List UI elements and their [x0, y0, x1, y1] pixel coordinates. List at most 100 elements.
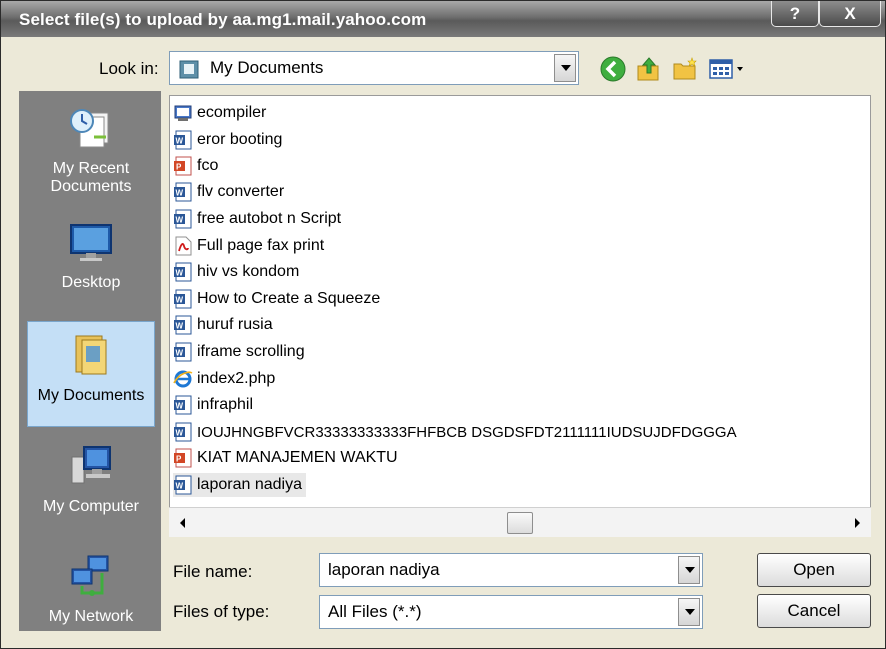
word-document-icon: W: [174, 209, 192, 229]
scroll-left-arrow-icon[interactable]: [177, 517, 189, 529]
list-item[interactable]: W How to Create a Squeeze: [173, 287, 380, 311]
my-documents-folder-icon: [75, 335, 107, 375]
file-type-label: Files of type:: [173, 602, 270, 621]
file-name: flv converter: [197, 183, 285, 200]
file-name: How to Create a Squeeze: [197, 290, 381, 307]
place-my-network[interactable]: My Network: [27, 543, 155, 649]
file-name: fco: [197, 157, 219, 174]
look-in-dropdown-arrow[interactable]: [554, 54, 576, 82]
my-computer-icon: [71, 446, 111, 484]
help-icon: ?: [789, 3, 801, 23]
file-name-dropdown-arrow[interactable]: [678, 556, 700, 584]
place-label: My Recent: [52, 160, 130, 177]
list-item[interactable]: P KIAT MANAJEMEN WAKTU: [173, 446, 398, 470]
look-in-label: Look in:: [99, 59, 159, 78]
file-upload-dialog: Select file(s) to upload by aa.mg1.mail.…: [0, 0, 886, 649]
list-item[interactable]: index2.php: [173, 367, 275, 391]
list-item[interactable]: Full page fax print: [173, 234, 324, 258]
list-item[interactable]: W huruf rusia: [173, 313, 273, 337]
file-type-dropdown-arrow[interactable]: [678, 598, 700, 626]
word-document-icon: W: [174, 182, 192, 202]
place-label: My Documents: [37, 387, 145, 404]
place-my-recent-documents[interactable]: My Recent Documents: [27, 95, 155, 201]
title-bar: Select file(s) to upload by aa.mg1.mail.…: [1, 1, 885, 37]
svg-text:W: W: [176, 137, 184, 146]
up-folder-icon[interactable]: [635, 55, 663, 83]
look-in-value: My Documents: [210, 58, 324, 77]
desktop-icon: [70, 224, 112, 261]
place-desktop[interactable]: Desktop: [27, 209, 155, 315]
file-name: infraphil: [197, 396, 254, 413]
my-network-icon: [71, 555, 109, 596]
file-type-dropdown[interactable]: All Files (*.*): [319, 595, 703, 629]
svg-text:W: W: [176, 269, 184, 278]
word-document-icon: W: [174, 262, 192, 282]
file-name: free autobot n Script: [197, 210, 342, 227]
list-item[interactable]: W infraphil: [173, 393, 253, 417]
scrollbar-thumb[interactable]: [507, 512, 533, 534]
list-item[interactable]: W iframe scrolling: [173, 340, 305, 364]
svg-text:W: W: [176, 189, 184, 198]
svg-text:W: W: [176, 216, 184, 225]
file-name: IOUJHNGBFVCR33333333333FHFBCB DSGDSFDT21…: [197, 423, 737, 441]
file-name: huruf rusia: [197, 316, 273, 333]
program-icon: [174, 105, 192, 121]
file-name: Full page fax print: [197, 237, 325, 254]
file-name: ecompiler: [197, 104, 267, 121]
file-name: index2.php: [197, 370, 276, 387]
open-button[interactable]: Open: [757, 553, 871, 587]
svg-text:P: P: [176, 163, 182, 172]
file-name: laporan nadiya: [197, 476, 302, 493]
svg-text:W: W: [176, 482, 184, 491]
help-button[interactable]: ?: [771, 1, 819, 27]
new-folder-icon[interactable]: [671, 55, 699, 83]
file-name: KIAT MANAJEMEN WAKTU: [197, 449, 398, 466]
list-item[interactable]: W hiv vs kondom: [173, 260, 299, 284]
recent-documents-icon: [70, 109, 109, 148]
cancel-button[interactable]: Cancel: [757, 594, 871, 628]
place-label: My Computer: [42, 498, 140, 515]
word-document-icon: W: [174, 289, 192, 309]
scroll-right-arrow-icon[interactable]: [851, 517, 863, 529]
powerpoint-icon: P: [174, 156, 192, 176]
place-label: Documents: [50, 178, 132, 195]
view-menu-icon[interactable]: [707, 55, 747, 83]
pdf-icon: [175, 236, 192, 256]
list-item[interactable]: W eror booting: [173, 128, 282, 152]
file-name-value: laporan nadiya: [328, 560, 440, 579]
file-type-value: All Files (*.*): [328, 602, 422, 621]
svg-text:W: W: [176, 349, 184, 358]
word-document-icon: W: [174, 475, 192, 495]
look-in-dropdown[interactable]: My Documents: [169, 51, 579, 85]
powerpoint-icon: P: [174, 448, 192, 468]
file-list[interactable]: ecompiler W eror booting P fco W flv con…: [169, 95, 871, 537]
word-document-icon: W: [174, 342, 192, 362]
places-bar: My Recent Documents Desktop My Documents: [19, 91, 161, 631]
close-button[interactable]: X: [819, 1, 881, 27]
word-document-icon: W: [174, 130, 192, 150]
list-item[interactable]: W free autobot n Script: [173, 207, 341, 231]
internet-explorer-icon: [173, 370, 193, 388]
back-icon[interactable]: [599, 55, 627, 83]
file-name: eror booting: [197, 131, 283, 148]
close-icon: X: [844, 3, 856, 23]
window-title: Select file(s) to upload by aa.mg1.mail.…: [19, 10, 427, 29]
svg-text:W: W: [176, 322, 184, 331]
word-document-icon: W: [174, 395, 192, 415]
list-item-selected[interactable]: W laporan nadiya: [173, 473, 306, 497]
word-document-icon: W: [174, 315, 192, 335]
list-item[interactable]: P fco: [173, 154, 218, 178]
svg-text:W: W: [176, 429, 184, 438]
svg-text:P: P: [176, 455, 182, 464]
place-label: Desktop: [61, 274, 121, 291]
list-item[interactable]: W IOUJHNGBFVCR33333333333FHFBCB DSGDSFDT…: [173, 420, 737, 444]
file-name-input[interactable]: laporan nadiya: [319, 553, 703, 587]
list-item[interactable]: ecompiler: [173, 101, 266, 125]
place-my-computer[interactable]: My Computer: [27, 433, 155, 539]
file-name-label: File name:: [173, 562, 253, 581]
place-my-documents[interactable]: My Documents: [27, 321, 155, 427]
svg-text:W: W: [176, 296, 184, 305]
list-item[interactable]: W flv converter: [173, 180, 284, 204]
file-name: hiv vs kondom: [197, 263, 300, 280]
horizontal-scrollbar[interactable]: [169, 507, 871, 537]
